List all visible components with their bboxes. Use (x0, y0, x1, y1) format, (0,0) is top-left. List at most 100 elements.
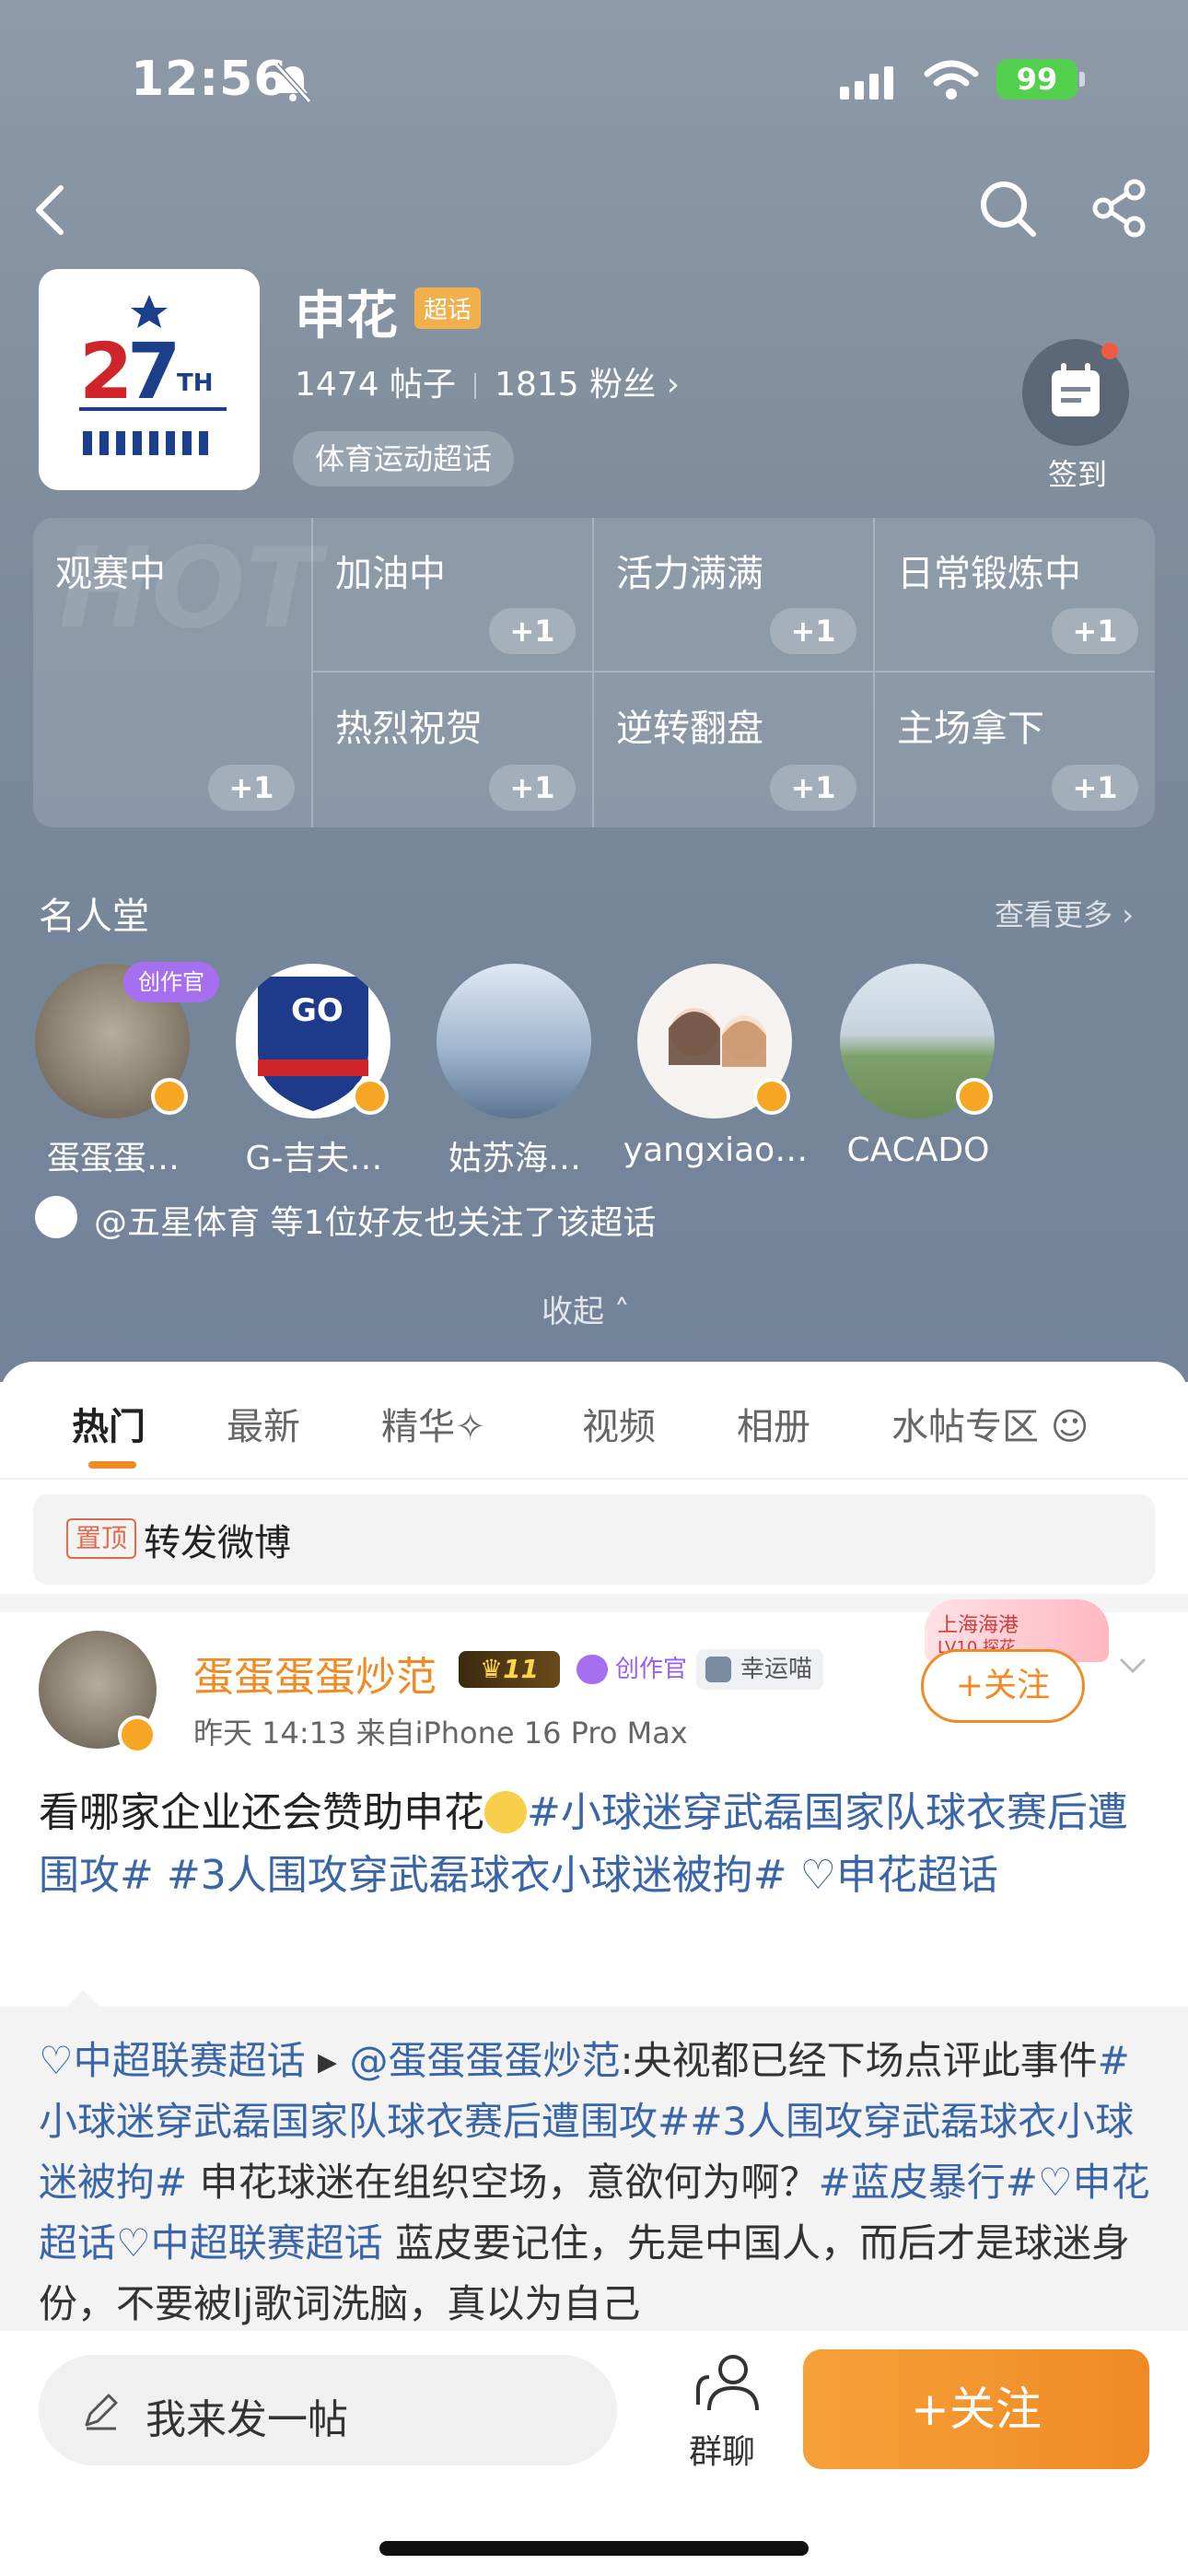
checkin-notification-dot (1101, 343, 1118, 359)
post-text: 看哪家企业还会赞助申花 (39, 1789, 484, 1836)
tab-album[interactable]: 相册 (737, 1397, 810, 1450)
fans-count[interactable]: 1815 粉丝 (495, 366, 656, 404)
repost-text: :央视都已经下场点评此事件 (620, 2038, 1098, 2083)
reaction-plus-button[interactable]: +1 (1052, 608, 1138, 654)
wifi-icon (924, 60, 979, 100)
posts-count[interactable]: 1474 帖子 (295, 366, 456, 404)
battery-cap (1079, 72, 1085, 87)
source-topic-link[interactable]: 中超联赛超话 (74, 2038, 306, 2083)
lucky-cat-badge: 幸运喵 (696, 1649, 824, 1690)
chevron-up-icon: ˄ (604, 1294, 630, 1330)
reaction-plus-button[interactable]: +1 (770, 765, 856, 811)
topic-stats: 1474 帖子 1815 粉丝 › (295, 357, 680, 405)
creator-tag: 创作官 (123, 962, 219, 1002)
reaction-plus-button[interactable]: +1 (489, 608, 576, 654)
reaction-grid: HOT 观赛中 +1 加油中 +1 活力满满 +1 日常锻炼中 +1 热烈祝贺 … (33, 518, 1155, 827)
tab-water-posts-label: 水帖专区 (891, 1406, 1039, 1448)
crown-icon: ♛ (479, 1654, 504, 1684)
super-topic-link[interactable]: 申花超话 (836, 1852, 998, 1899)
reaction-label: 加油中 (335, 553, 446, 595)
post-body: 看哪家企业还会赞助申花 #小球迷穿武磊国家队球衣赛后遭围攻# #3人围攻穿武磊球衣… (39, 1782, 1153, 1907)
checkin-label: 签到 (1047, 457, 1107, 492)
creator-badge-label: 创作官 (615, 1656, 688, 1683)
search-icon[interactable] (978, 179, 1039, 240)
mention-link[interactable]: @蛋蛋蛋蛋炒范 (349, 2038, 620, 2083)
reaction-plus-button[interactable]: +1 (1052, 765, 1138, 811)
status-bar: 12:56 99 (0, 46, 1188, 120)
super-topic-icon: ♡ (799, 1852, 837, 1899)
super-topic-icon: ♡ (1037, 2160, 1073, 2205)
back-arrow-icon[interactable] (28, 181, 72, 240)
group-chat-icon (696, 2355, 759, 2411)
mute-bell-icon (274, 62, 312, 104)
pinned-text: 转发微博 (144, 1522, 291, 1564)
chevron-right-icon: › (656, 366, 680, 404)
topic-link[interactable]: #3人围攻穿武磊球衣小球迷被拘# (167, 1852, 787, 1899)
category-tag[interactable]: 体育运动超话 (293, 431, 515, 486)
topic-logo: 2 7 TH (39, 269, 260, 490)
svg-text:2: 2 (79, 326, 133, 416)
share-icon[interactable] (1090, 179, 1149, 238)
tabs-divider (0, 1478, 1188, 1480)
reaction-plus-button[interactable]: +1 (208, 765, 295, 811)
topic-title: 申花 (295, 287, 398, 346)
super-topic-link[interactable]: 中超联赛超话 (151, 2220, 383, 2266)
member-name[interactable]: G-吉夫… (217, 1131, 411, 1179)
tab-water-posts[interactable]: 水帖专区 ☺ (891, 1397, 1089, 1450)
verified-badge-icon (753, 1078, 790, 1115)
tab-latest[interactable]: 最新 (227, 1397, 300, 1450)
follow-topic-button[interactable]: +关注 (803, 2349, 1149, 2469)
collapse-label: 收起 (542, 1294, 604, 1330)
avatar[interactable] (437, 964, 591, 1118)
reaction-cell[interactable]: 日常锻炼中 +1 (875, 518, 1155, 673)
reaction-label: 日常锻炼中 (897, 553, 1081, 595)
member-name[interactable]: CACADO (821, 1131, 1015, 1169)
collapse-button[interactable]: 收起 ˄ (542, 1286, 630, 1331)
topic-link[interactable]: #蓝皮暴行# (819, 2160, 1038, 2205)
creator-badge: 创作官 (573, 1651, 696, 1688)
post-author-name[interactable]: 蛋蛋蛋蛋炒范 (193, 1644, 437, 1703)
reaction-plus-button[interactable]: +1 (770, 608, 856, 654)
reaction-cell[interactable]: 活力满满 +1 (594, 518, 875, 673)
compose-input[interactable]: 我来发一帖 (39, 2355, 617, 2465)
group-chat-label: 群聊 (689, 2433, 756, 2471)
repost-notch (64, 1990, 101, 2008)
see-more-link[interactable]: 查看更多 › (995, 892, 1134, 934)
pencil-icon (85, 2394, 118, 2430)
active-tab-indicator (88, 1461, 136, 1469)
tab-hot[interactable]: 热门 (72, 1397, 146, 1450)
reaction-cell[interactable]: 逆转翻盘 +1 (594, 673, 875, 827)
reaction-label: 活力满满 (616, 553, 763, 595)
status-time: 12:56 (131, 52, 288, 107)
post-follow-button[interactable]: +关注 (921, 1649, 1085, 1723)
chevron-down-icon[interactable] (1116, 1649, 1149, 1682)
super-topic-badge: 超话 (414, 287, 482, 329)
reaction-label: 热烈祝贺 (335, 708, 483, 750)
pinned-tag: 置顶 (66, 1518, 137, 1559)
chevron-right-icon: › (1112, 897, 1134, 932)
smile-emoji-icon (484, 1791, 527, 1833)
friends-following-text[interactable]: @五星体育 等1位好友也关注了该超话 (94, 1196, 656, 1244)
tab-featured[interactable]: 精华✧ (381, 1397, 486, 1450)
member-name[interactable]: 姑苏海… (418, 1131, 611, 1179)
reaction-label: 主场拿下 (897, 708, 1044, 750)
reaction-cell[interactable]: 加油中 +1 (313, 518, 594, 673)
post-meta: 昨天 14:13 来自iPhone 16 Pro Max (193, 1715, 688, 1751)
lucky-badge-label: 幸运喵 (740, 1656, 813, 1683)
reaction-cell[interactable]: 主场拿下 +1 (875, 673, 1155, 827)
play-arrow-icon: ▸ (305, 2038, 350, 2083)
member-name[interactable]: 蛋蛋蛋… (17, 1131, 210, 1179)
reaction-cell[interactable]: 观赛中 +1 (33, 518, 313, 827)
member-name[interactable]: yangxiao… (619, 1131, 812, 1169)
level-badge: ♛11 (459, 1651, 560, 1688)
cat-icon (705, 1657, 731, 1682)
group-chat-button[interactable] (681, 2349, 774, 2423)
tab-video[interactable]: 视频 (582, 1397, 656, 1450)
face-icon: ☺ (1039, 1406, 1089, 1448)
pinned-post[interactable]: 置顶 转发微博 (33, 1494, 1155, 1585)
see-more-label: 查看更多 (995, 897, 1113, 932)
repost-body: ♡中超联赛超话 ▸ @蛋蛋蛋蛋炒范:央视都已经下场点评此事件#小球迷穿武磊国家队… (39, 2031, 1159, 2335)
reaction-cell[interactable]: 热烈祝贺 +1 (313, 673, 594, 827)
stats-divider (474, 373, 477, 399)
reaction-plus-button[interactable]: +1 (489, 765, 576, 811)
